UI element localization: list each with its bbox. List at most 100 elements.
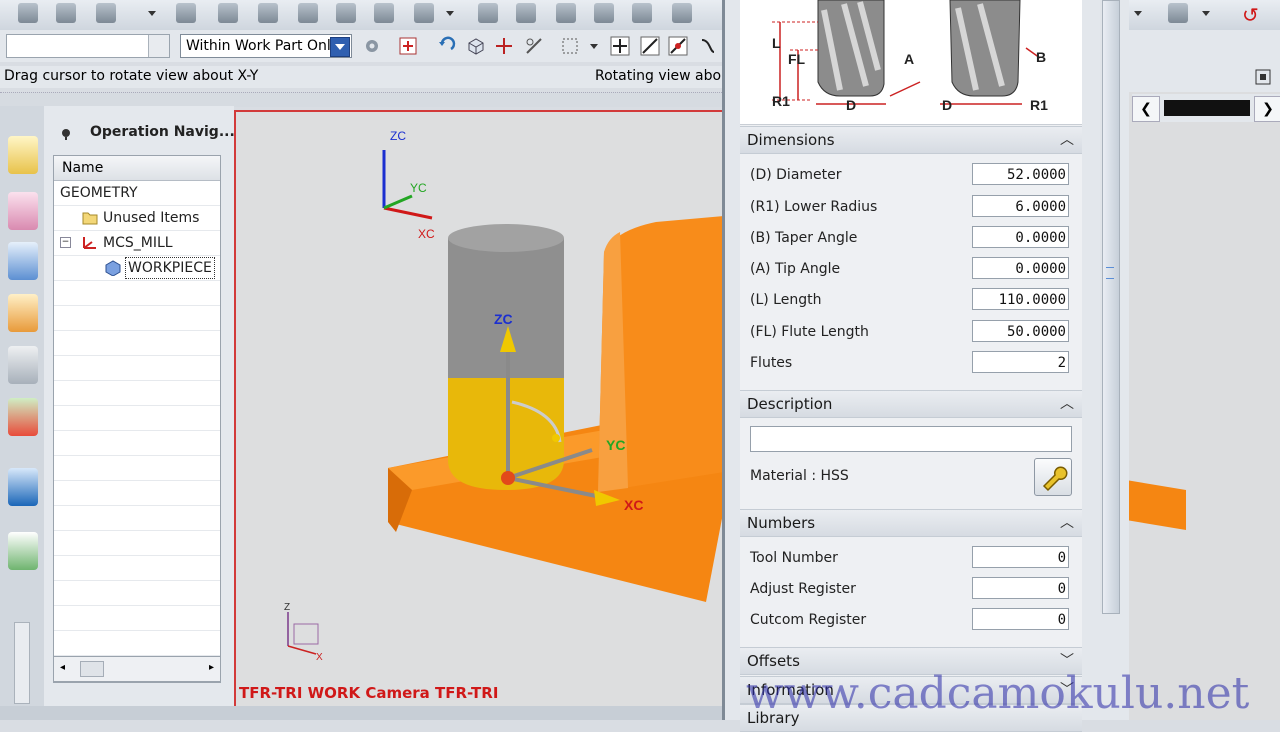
snap-settings-icon[interactable]: [362, 36, 382, 56]
scroll-left-button[interactable]: ❮: [1132, 96, 1160, 122]
toolbar-icon[interactable]: [96, 3, 116, 23]
fit-view-icon[interactable]: [1254, 68, 1272, 86]
chevron-down-icon[interactable]: [330, 37, 350, 57]
operation-navigator-icon[interactable]: [8, 242, 38, 280]
chevron-down-icon[interactable]: [148, 11, 156, 16]
type-filter-combo[interactable]: [6, 34, 170, 58]
length-input[interactable]: 110.0000: [972, 288, 1069, 310]
toolbar-icon[interactable]: [556, 3, 576, 23]
diagram-label-fl: FL: [788, 51, 806, 67]
description-input[interactable]: [750, 426, 1072, 452]
part-navigator-icon[interactable]: [8, 136, 38, 174]
collapse-icon[interactable]: ︿: [1058, 510, 1076, 536]
toolbar-icon[interactable]: [478, 3, 498, 23]
scope-combo-value: Within Work Part Onl: [186, 38, 330, 54]
adjust-register-input[interactable]: 0: [972, 577, 1069, 599]
section-title: Dimensions: [747, 131, 835, 149]
chevron-down-icon[interactable]: [1202, 11, 1210, 16]
toolbar-icon[interactable]: [516, 3, 536, 23]
tip-angle-input[interactable]: 0.0000: [972, 257, 1069, 279]
material-select-button[interactable]: [1034, 458, 1072, 496]
diagram-label-r1b: R1: [1030, 97, 1048, 113]
box-select-icon[interactable]: [560, 36, 580, 56]
scroll-left-icon[interactable]: ◂: [60, 662, 65, 673]
tree-row-unused-items[interactable]: Unused Items: [54, 206, 220, 231]
lower-radius-input[interactable]: 6.0000: [972, 195, 1069, 217]
cutcom-register-label: Cutcom Register: [750, 612, 867, 628]
tool-number-input[interactable]: 0: [972, 546, 1069, 568]
collapse-icon[interactable]: ︿: [1058, 127, 1076, 153]
length-label: (L) Length: [750, 292, 822, 308]
roles-icon[interactable]: [8, 346, 38, 384]
flute-length-input[interactable]: 50.0000: [972, 320, 1069, 342]
chevron-down-icon[interactable]: [590, 44, 598, 49]
abs-x-label: X: [316, 652, 323, 663]
chevron-down-icon[interactable]: [1134, 11, 1142, 16]
section-title: Description: [747, 395, 833, 413]
tool-diagram: L FL R1 D A B D R1: [740, 0, 1082, 125]
chevron-down-icon[interactable]: [446, 11, 454, 16]
toolbar-icon[interactable]: [594, 3, 614, 23]
dimensions-section-header[interactable]: Dimensions ︿: [740, 126, 1082, 154]
machine-tool-navigator-icon[interactable]: [8, 294, 38, 332]
pin-icon[interactable]: [60, 128, 72, 140]
right-toolbar: ↺: [1126, 0, 1280, 30]
scroll-right-button[interactable]: ❯: [1254, 96, 1280, 122]
snap-point-icon[interactable]: [610, 36, 630, 56]
line-icon[interactable]: [640, 36, 660, 56]
description-section-header[interactable]: Description ︿: [740, 390, 1082, 418]
numbers-section-header[interactable]: Numbers ︿: [740, 509, 1082, 537]
toolbar-icon[interactable]: [632, 3, 652, 23]
tree-row-workpiece[interactable]: WORKPIECE: [54, 256, 220, 281]
section-title: Numbers: [747, 514, 816, 532]
reuse-library-icon[interactable]: [8, 398, 38, 436]
toolbar-icon[interactable]: [298, 3, 318, 23]
empty-row: [54, 281, 220, 306]
toolbar-icon[interactable]: [414, 3, 434, 23]
tree-horizontal-scrollbar[interactable]: ◂ ▸: [53, 656, 221, 682]
toolbar-icon[interactable]: [218, 3, 238, 23]
close-icon[interactable]: [336, 3, 356, 23]
trim-icon[interactable]: [524, 36, 544, 56]
flutes-input[interactable]: 2: [972, 351, 1069, 373]
column-header-name[interactable]: Name: [54, 156, 220, 181]
flute-length-label: (FL) Flute Length: [750, 324, 869, 340]
tip-angle-label: (A) Tip Angle: [750, 261, 841, 277]
undo-icon[interactable]: ↺: [1242, 3, 1259, 27]
cube-icon[interactable]: [466, 36, 486, 56]
add-point-icon[interactable]: [398, 36, 418, 56]
scope-combo[interactable]: Within Work Part Onl: [180, 34, 352, 58]
toolbar-icon[interactable]: [176, 3, 196, 23]
endpoint-icon[interactable]: [668, 36, 688, 56]
graphics-viewport[interactable]: ZC XC YC ZC YC XC Z X: [234, 110, 724, 708]
taper-angle-input[interactable]: 0.0000: [972, 226, 1069, 248]
yc-label: YC: [606, 437, 625, 453]
collapse-icon[interactable]: −: [60, 237, 71, 248]
model-view[interactable]: ZC XC YC ZC YC XC Z X: [236, 112, 724, 708]
tree-row-mcs-mill[interactable]: − MCS_MILL: [54, 231, 220, 256]
collapse-icon[interactable]: ︿: [1058, 391, 1076, 417]
undo-icon[interactable]: [436, 36, 456, 56]
scroll-right-icon[interactable]: ▸: [209, 662, 214, 673]
view-x-label: XC: [418, 227, 435, 241]
web-browser-icon[interactable]: [8, 532, 38, 570]
assembly-navigator-icon[interactable]: [8, 192, 38, 230]
diameter-input[interactable]: 52.0000: [972, 163, 1069, 185]
tree-row-geometry[interactable]: GEOMETRY: [54, 181, 220, 206]
curve-icon[interactable]: [698, 36, 718, 56]
resource-bar-scroll[interactable]: [6, 600, 38, 706]
toolbar-icon[interactable]: [258, 3, 278, 23]
dialog-scroll-thumb[interactable]: [1102, 0, 1120, 614]
toolbar-icon[interactable]: [374, 3, 394, 23]
toolbar-icon[interactable]: [18, 3, 38, 23]
triad-origin-handle[interactable]: [501, 471, 515, 485]
scroll-thumb[interactable]: [80, 661, 104, 677]
move-icon[interactable]: [494, 36, 514, 56]
toolbar-icon[interactable]: [56, 3, 76, 23]
info-icon[interactable]: [8, 468, 38, 506]
toolbar-icon[interactable]: [672, 3, 692, 23]
chevron-down-icon[interactable]: [148, 35, 169, 57]
cutcom-register-input[interactable]: 0: [972, 608, 1069, 630]
toolbar-icon[interactable]: [1168, 3, 1188, 23]
rotation-handle[interactable]: [552, 434, 560, 442]
